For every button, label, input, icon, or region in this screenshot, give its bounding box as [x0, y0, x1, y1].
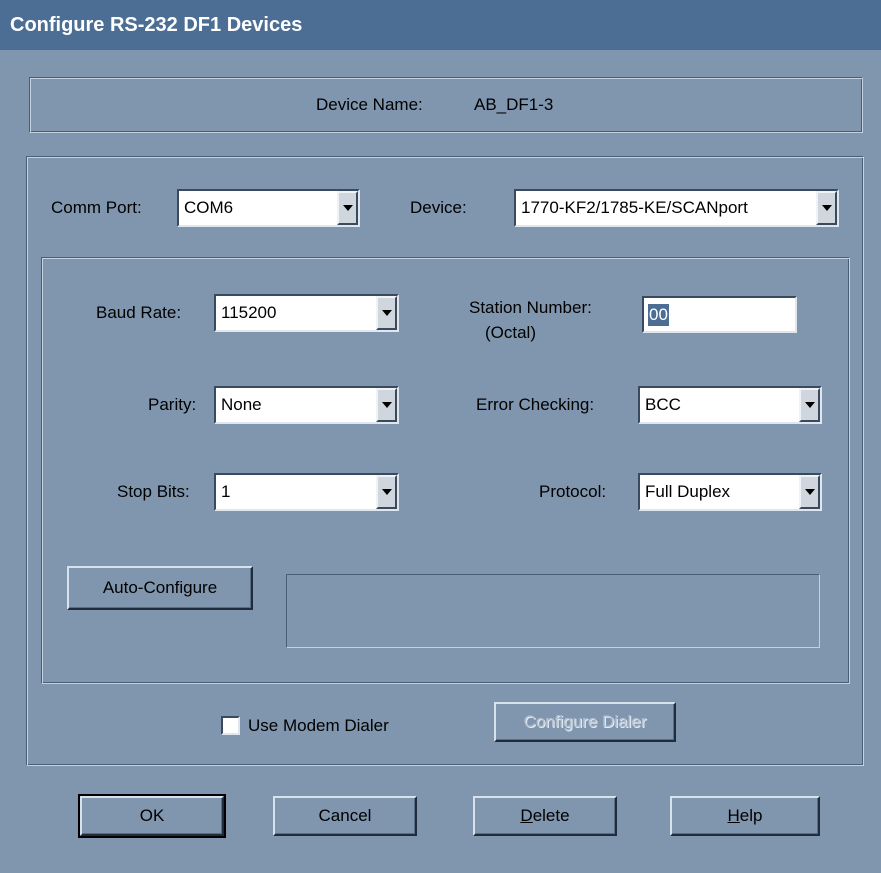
- station-number-octal-label: (Octal): [485, 323, 536, 342]
- baud-rate-label: Baud Rate:: [96, 303, 182, 322]
- device-name-frame: [29, 77, 863, 133]
- device-name-value: AB_DF1-3: [474, 95, 554, 114]
- delete-mnemonic: D: [520, 806, 533, 825]
- comm-port-value: COM6: [184, 198, 234, 217]
- station-number-value: 00: [648, 304, 669, 326]
- chevron-down-icon[interactable]: [376, 475, 397, 509]
- device-value: 1770-KF2/1785-KE/SCANport: [521, 198, 748, 217]
- parity-value: None: [221, 395, 262, 414]
- configure-dialer-button[interactable]: Configure Dialer: [494, 702, 676, 742]
- help-button[interactable]: Help: [670, 796, 820, 836]
- ok-label: OK: [139, 806, 165, 825]
- stop-bits-label: Stop Bits:: [117, 482, 190, 501]
- configure-dialer-label: Configure Dialer: [523, 712, 647, 731]
- chevron-down-icon[interactable]: [376, 296, 397, 330]
- station-number-input[interactable]: 00: [642, 296, 797, 333]
- error-checking-label: Error Checking:: [476, 395, 595, 414]
- auto-configure-button[interactable]: Auto-Configure: [67, 566, 253, 610]
- protocol-label: Protocol:: [539, 482, 607, 501]
- help-label: elp: [739, 806, 763, 825]
- cancel-label: Cancel: [318, 806, 372, 825]
- window-title: Configure RS-232 DF1 Devices: [10, 14, 303, 36]
- use-modem-dialer-checkbox[interactable]: [221, 716, 240, 735]
- protocol-value: Full Duplex: [645, 482, 731, 501]
- parity-label: Parity:: [148, 395, 197, 414]
- title-bar[interactable]: Configure RS-232 DF1 Devices: [0, 0, 881, 50]
- comm-port-select[interactable]: COM6: [177, 189, 360, 227]
- chevron-down-icon[interactable]: [816, 191, 837, 225]
- protocol-select[interactable]: Full Duplex: [638, 473, 822, 511]
- device-name-label: Device Name:: [316, 95, 423, 114]
- ok-button[interactable]: OK: [78, 794, 226, 838]
- device-select[interactable]: 1770-KF2/1785-KE/SCANport: [514, 189, 839, 227]
- chevron-down-icon[interactable]: [337, 191, 358, 225]
- device-label: Device:: [410, 198, 467, 217]
- stop-bits-select[interactable]: 1: [214, 473, 399, 511]
- comm-port-label: Comm Port:: [51, 198, 142, 217]
- parity-select[interactable]: None: [214, 386, 399, 424]
- delete-label: elete: [532, 806, 570, 825]
- stop-bits-value: 1: [221, 482, 231, 501]
- baud-rate-select[interactable]: 115200: [214, 294, 399, 332]
- auto-configure-status-box: [286, 574, 820, 648]
- baud-rate-value: 115200: [221, 303, 277, 322]
- chevron-down-icon[interactable]: [376, 388, 397, 422]
- cancel-button[interactable]: Cancel: [273, 796, 417, 836]
- station-number-label: Station Number:: [469, 298, 592, 317]
- chevron-down-icon[interactable]: [799, 475, 820, 509]
- error-checking-select[interactable]: BCC: [638, 386, 822, 424]
- chevron-down-icon[interactable]: [799, 388, 820, 422]
- help-mnemonic: H: [727, 806, 740, 825]
- use-modem-dialer-label[interactable]: Use Modem Dialer: [248, 716, 389, 736]
- auto-configure-label: Auto-Configure: [102, 578, 218, 597]
- error-checking-value: BCC: [645, 395, 681, 414]
- delete-button[interactable]: Delete: [473, 796, 617, 836]
